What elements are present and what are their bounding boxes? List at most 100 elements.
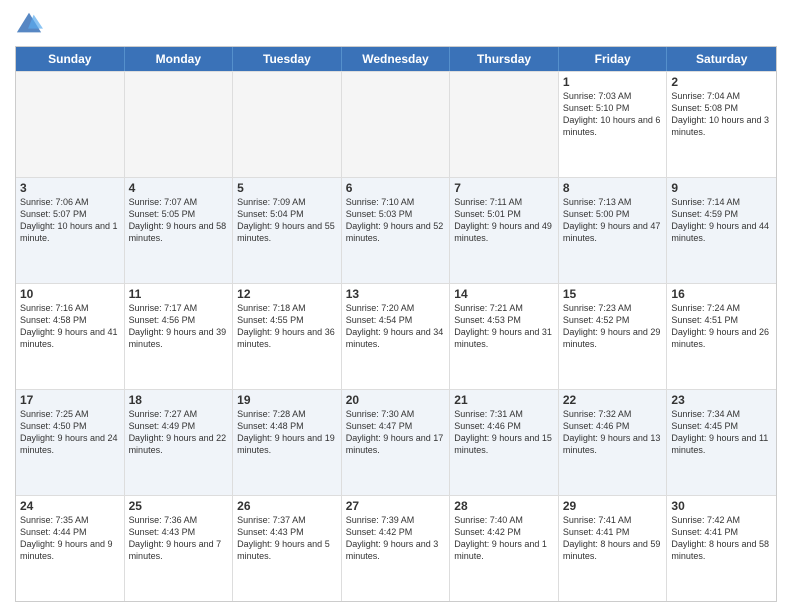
calendar-cell: 18Sunrise: 7:27 AM Sunset: 4:49 PM Dayli… [125,390,234,495]
day-info: Sunrise: 7:30 AM Sunset: 4:47 PM Dayligh… [346,408,446,457]
day-info: Sunrise: 7:40 AM Sunset: 4:42 PM Dayligh… [454,514,554,563]
day-number: 12 [237,287,337,301]
calendar-cell: 17Sunrise: 7:25 AM Sunset: 4:50 PM Dayli… [16,390,125,495]
day-number: 24 [20,499,120,513]
day-number: 28 [454,499,554,513]
day-info: Sunrise: 7:28 AM Sunset: 4:48 PM Dayligh… [237,408,337,457]
calendar-cell: 25Sunrise: 7:36 AM Sunset: 4:43 PM Dayli… [125,496,234,601]
day-info: Sunrise: 7:25 AM Sunset: 4:50 PM Dayligh… [20,408,120,457]
day-number: 6 [346,181,446,195]
day-info: Sunrise: 7:10 AM Sunset: 5:03 PM Dayligh… [346,196,446,245]
day-number: 9 [671,181,772,195]
header-day-wednesday: Wednesday [342,47,451,71]
day-info: Sunrise: 7:13 AM Sunset: 5:00 PM Dayligh… [563,196,663,245]
day-number: 13 [346,287,446,301]
calendar-cell: 24Sunrise: 7:35 AM Sunset: 4:44 PM Dayli… [16,496,125,601]
header-day-monday: Monday [125,47,234,71]
day-number: 21 [454,393,554,407]
day-number: 30 [671,499,772,513]
calendar-cell: 8Sunrise: 7:13 AM Sunset: 5:00 PM Daylig… [559,178,668,283]
calendar-cell: 30Sunrise: 7:42 AM Sunset: 4:41 PM Dayli… [667,496,776,601]
day-number: 14 [454,287,554,301]
calendar-cell: 12Sunrise: 7:18 AM Sunset: 4:55 PM Dayli… [233,284,342,389]
calendar-cell: 2Sunrise: 7:04 AM Sunset: 5:08 PM Daylig… [667,72,776,177]
calendar-cell: 13Sunrise: 7:20 AM Sunset: 4:54 PM Dayli… [342,284,451,389]
calendar-cell [16,72,125,177]
day-info: Sunrise: 7:18 AM Sunset: 4:55 PM Dayligh… [237,302,337,351]
calendar-cell: 21Sunrise: 7:31 AM Sunset: 4:46 PM Dayli… [450,390,559,495]
day-info: Sunrise: 7:31 AM Sunset: 4:46 PM Dayligh… [454,408,554,457]
day-info: Sunrise: 7:41 AM Sunset: 4:41 PM Dayligh… [563,514,663,563]
calendar-cell [342,72,451,177]
calendar-cell: 29Sunrise: 7:41 AM Sunset: 4:41 PM Dayli… [559,496,668,601]
calendar-cell: 22Sunrise: 7:32 AM Sunset: 4:46 PM Dayli… [559,390,668,495]
header-day-tuesday: Tuesday [233,47,342,71]
day-number: 25 [129,499,229,513]
day-info: Sunrise: 7:37 AM Sunset: 4:43 PM Dayligh… [237,514,337,563]
day-info: Sunrise: 7:23 AM Sunset: 4:52 PM Dayligh… [563,302,663,351]
calendar-cell: 4Sunrise: 7:07 AM Sunset: 5:05 PM Daylig… [125,178,234,283]
day-number: 15 [563,287,663,301]
calendar-cell: 27Sunrise: 7:39 AM Sunset: 4:42 PM Dayli… [342,496,451,601]
day-number: 5 [237,181,337,195]
calendar-cell: 26Sunrise: 7:37 AM Sunset: 4:43 PM Dayli… [233,496,342,601]
calendar-row-3: 10Sunrise: 7:16 AM Sunset: 4:58 PM Dayli… [16,283,776,389]
calendar-cell: 6Sunrise: 7:10 AM Sunset: 5:03 PM Daylig… [342,178,451,283]
header-day-friday: Friday [559,47,668,71]
day-info: Sunrise: 7:07 AM Sunset: 5:05 PM Dayligh… [129,196,229,245]
day-info: Sunrise: 7:20 AM Sunset: 4:54 PM Dayligh… [346,302,446,351]
calendar-cell: 9Sunrise: 7:14 AM Sunset: 4:59 PM Daylig… [667,178,776,283]
day-info: Sunrise: 7:35 AM Sunset: 4:44 PM Dayligh… [20,514,120,563]
calendar-cell: 5Sunrise: 7:09 AM Sunset: 5:04 PM Daylig… [233,178,342,283]
calendar-cell: 23Sunrise: 7:34 AM Sunset: 4:45 PM Dayli… [667,390,776,495]
calendar-cell: 10Sunrise: 7:16 AM Sunset: 4:58 PM Dayli… [16,284,125,389]
day-number: 23 [671,393,772,407]
day-number: 8 [563,181,663,195]
day-info: Sunrise: 7:27 AM Sunset: 4:49 PM Dayligh… [129,408,229,457]
day-info: Sunrise: 7:21 AM Sunset: 4:53 PM Dayligh… [454,302,554,351]
calendar-row-5: 24Sunrise: 7:35 AM Sunset: 4:44 PM Dayli… [16,495,776,601]
calendar-cell: 20Sunrise: 7:30 AM Sunset: 4:47 PM Dayli… [342,390,451,495]
day-number: 2 [671,75,772,89]
calendar-cell: 1Sunrise: 7:03 AM Sunset: 5:10 PM Daylig… [559,72,668,177]
page: SundayMondayTuesdayWednesdayThursdayFrid… [0,0,792,612]
day-info: Sunrise: 7:39 AM Sunset: 4:42 PM Dayligh… [346,514,446,563]
day-number: 11 [129,287,229,301]
day-info: Sunrise: 7:34 AM Sunset: 4:45 PM Dayligh… [671,408,772,457]
day-info: Sunrise: 7:24 AM Sunset: 4:51 PM Dayligh… [671,302,772,351]
day-info: Sunrise: 7:42 AM Sunset: 4:41 PM Dayligh… [671,514,772,563]
calendar-cell: 28Sunrise: 7:40 AM Sunset: 4:42 PM Dayli… [450,496,559,601]
day-info: Sunrise: 7:04 AM Sunset: 5:08 PM Dayligh… [671,90,772,139]
day-number: 26 [237,499,337,513]
day-number: 16 [671,287,772,301]
calendar-row-4: 17Sunrise: 7:25 AM Sunset: 4:50 PM Dayli… [16,389,776,495]
header-day-saturday: Saturday [667,47,776,71]
calendar-body: 1Sunrise: 7:03 AM Sunset: 5:10 PM Daylig… [16,71,776,601]
day-number: 20 [346,393,446,407]
calendar-cell [450,72,559,177]
day-number: 19 [237,393,337,407]
calendar-row-1: 1Sunrise: 7:03 AM Sunset: 5:10 PM Daylig… [16,71,776,177]
day-number: 29 [563,499,663,513]
calendar-cell: 7Sunrise: 7:11 AM Sunset: 5:01 PM Daylig… [450,178,559,283]
day-number: 3 [20,181,120,195]
day-number: 17 [20,393,120,407]
logo [15,10,47,38]
day-number: 4 [129,181,229,195]
calendar-cell [233,72,342,177]
day-number: 10 [20,287,120,301]
day-number: 1 [563,75,663,89]
day-number: 22 [563,393,663,407]
calendar-cell: 16Sunrise: 7:24 AM Sunset: 4:51 PM Dayli… [667,284,776,389]
calendar-cell: 15Sunrise: 7:23 AM Sunset: 4:52 PM Dayli… [559,284,668,389]
day-info: Sunrise: 7:03 AM Sunset: 5:10 PM Dayligh… [563,90,663,139]
day-info: Sunrise: 7:17 AM Sunset: 4:56 PM Dayligh… [129,302,229,351]
header [15,10,777,38]
header-day-sunday: Sunday [16,47,125,71]
calendar-cell [125,72,234,177]
day-info: Sunrise: 7:06 AM Sunset: 5:07 PM Dayligh… [20,196,120,245]
calendar-header: SundayMondayTuesdayWednesdayThursdayFrid… [16,47,776,71]
day-info: Sunrise: 7:16 AM Sunset: 4:58 PM Dayligh… [20,302,120,351]
day-info: Sunrise: 7:09 AM Sunset: 5:04 PM Dayligh… [237,196,337,245]
logo-icon [15,10,43,38]
